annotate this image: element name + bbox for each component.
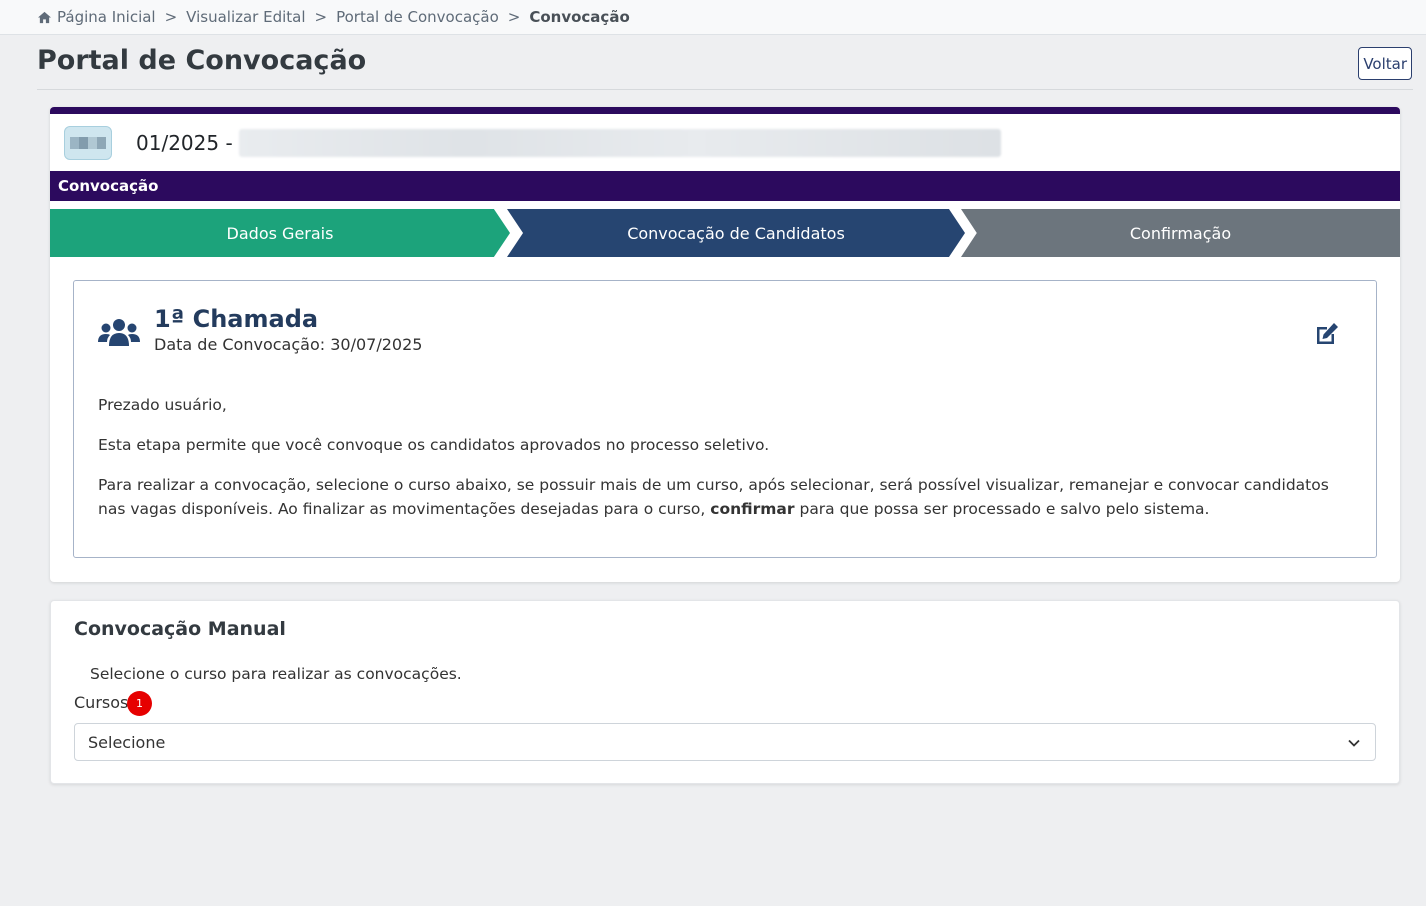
- edital-title-redacted: [238, 128, 1001, 157]
- header-divider: [37, 89, 1413, 90]
- users-group-icon: [98, 319, 140, 346]
- manual-title: Convocação Manual: [74, 618, 286, 640]
- step-dados-gerais[interactable]: Dados Gerais: [50, 209, 510, 257]
- step-convocacao-candidatos[interactable]: Convocação de Candidatos: [507, 209, 965, 257]
- breadcrumb-separator: >: [507, 8, 521, 26]
- breadcrumb: Página Inicial > Visualizar Edital > Por…: [0, 0, 1426, 35]
- page-title: Portal de Convocação: [37, 45, 367, 76]
- breadcrumb-view-edital[interactable]: Visualizar Edital: [186, 8, 305, 26]
- course-select-value: Selecione: [88, 732, 166, 752]
- home-icon: [38, 11, 51, 23]
- institution-logo: [64, 125, 112, 160]
- confirm-emphasis: confirmar: [710, 500, 795, 518]
- breadcrumb-current: Convocação: [529, 8, 630, 26]
- breadcrumb-home[interactable]: Página Inicial: [57, 8, 156, 26]
- step-confirmacao[interactable]: Confirmação: [961, 209, 1400, 257]
- course-select[interactable]: Selecione: [74, 723, 1376, 761]
- back-button[interactable]: Voltar: [1358, 47, 1412, 80]
- edit-icon[interactable]: [1314, 321, 1340, 347]
- edital-number: 01/2025 -: [136, 130, 233, 155]
- breadcrumb-separator: >: [164, 8, 178, 26]
- call-title: 1ª Chamada: [154, 305, 319, 333]
- courses-count-badge: 1: [127, 691, 152, 716]
- call-info-box: 1ª Chamada Data de Convocação: 30/07/202…: [73, 280, 1377, 558]
- chevron-down-icon: [1348, 739, 1360, 747]
- wizard-steps: Dados Gerais Convocação de Candidatos Co…: [50, 209, 1400, 257]
- breadcrumb-portal[interactable]: Portal de Convocação: [336, 8, 499, 26]
- edital-header: 01/2025 -: [50, 114, 1400, 171]
- call-instructions: Prezado usuário, Esta etapa permite que …: [98, 393, 1358, 537]
- instruction-paragraph-2: Para realizar a convocação, selecione o …: [98, 476, 1329, 518]
- breadcrumb-separator: >: [314, 8, 328, 26]
- manual-convocation-card: Convocação Manual Selecione o curso para…: [50, 600, 1400, 784]
- courses-label: Cursos: [74, 693, 129, 712]
- convocation-card: 01/2025 - Convocação Dados Gerais Convoc…: [50, 107, 1400, 582]
- greeting-text: Prezado usuário,: [98, 396, 227, 414]
- call-date: Data de Convocação: 30/07/2025: [154, 335, 423, 354]
- section-band: Convocação: [50, 171, 1400, 201]
- instruction-paragraph-1: Esta etapa permite que você convoque os …: [98, 436, 770, 454]
- card-top-bar: [50, 107, 1400, 114]
- manual-hint: Selecione o curso para realizar as convo…: [90, 665, 462, 683]
